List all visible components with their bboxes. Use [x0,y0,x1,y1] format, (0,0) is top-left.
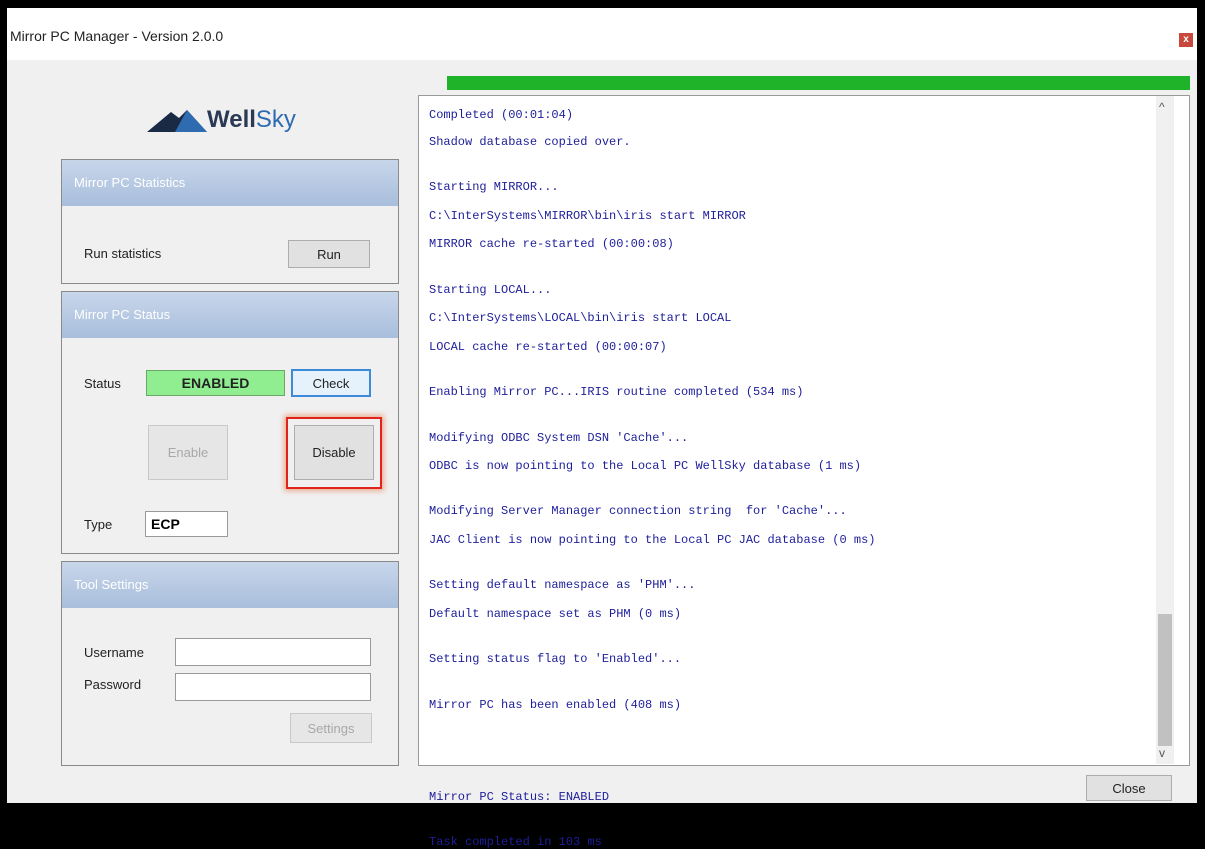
log-line: Starting MIRROR... [429,180,559,195]
statistics-header: Mirror PC Statistics [62,160,398,206]
close-button[interactable]: Close [1086,775,1172,801]
status-header-text: Mirror PC Status [74,307,171,322]
status-header: Mirror PC Status [62,292,398,338]
log-line: Default namespace set as PHM (0 ms) [429,606,682,621]
username-label: Username [84,645,144,660]
settings-header-text: Tool Settings [74,577,149,592]
disable-highlight [286,417,382,489]
log-line: Starting LOCAL... [429,282,552,297]
logo-text: WellSky [207,106,296,134]
statistics-header-text: Mirror PC Statistics [74,175,186,190]
enable-button[interactable]: Enable [148,425,228,480]
settings-header: Tool Settings [62,562,398,608]
username-input[interactable] [175,638,371,666]
type-value: ECP [145,511,228,537]
title-bar: Mirror PC Manager - Version 2.0.0 x [7,8,1197,60]
log-line: Mirror PC Status: ENABLED [429,790,610,805]
log-line: LOCAL cache re-started (00:00:07) [429,339,667,354]
progress-fill [447,76,1190,90]
app-window: Mirror PC Manager - Version 2.0.0 x Well… [7,8,1197,849]
logo-text-sky: Sky [255,106,296,133]
log-scrollbar[interactable]: ^ v [1156,96,1174,764]
settings-button[interactable]: Settings [290,713,372,743]
log-output[interactable]: Completed (00:01:04) Shadow database copi… [418,95,1190,849]
status-value: ENABLED [146,370,285,396]
logo-text-well: Well [207,106,256,133]
status-group: Mirror PC Status Status ENABLED Check En… [61,291,399,554]
close-icon[interactable]: x [1179,33,1193,47]
scroll-down-icon[interactable]: v [1159,746,1165,760]
log-line: Setting default namespace as 'PHM'... [429,578,696,593]
check-button[interactable]: Check [291,369,371,397]
scrollbar-thumb[interactable] [1158,614,1172,746]
log-line: MIRROR cache re-started (00:00:08) [429,237,674,252]
password-input[interactable] [175,673,371,701]
log-line: Task completed in 103 ms [429,835,602,849]
log-line: Modifying Server Manager connection stri… [429,504,847,519]
type-label: Type [84,517,113,532]
statistics-group: Mirror PC Statistics Run statistics Run [61,159,399,284]
log-line: C:\InterSystems\LOCAL\bin\iris start LOC… [429,311,732,326]
log-line: Enabling Mirror PC...IRIS routine comple… [429,385,804,400]
log-line: JAC Client is now pointing to the Local … [429,533,876,548]
status-label: Status [84,376,121,391]
password-label: Password [84,677,142,692]
log-line: Modifying ODBC System DSN 'Cache'... [429,430,689,445]
progress-bar [447,76,1190,90]
mountain-icon [147,110,207,132]
log-line: Setting status flag to 'Enabled'... [429,652,682,667]
window-title: Mirror PC Manager - Version 2.0.0 [10,28,224,44]
log-line: ODBC is now pointing to the Local PC Wel… [429,459,862,474]
run-button[interactable]: Run [288,240,370,268]
log-line: Mirror PC has been enabled (408 ms) [429,697,682,712]
settings-group: Tool Settings Username Password Settings [61,561,399,766]
scroll-up-icon[interactable]: ^ [1159,100,1165,114]
log-line: C:\InterSystems\MIRROR\bin\iris start MI… [429,208,746,223]
run-statistics-label: Run statistics [84,246,162,261]
log-line: Shadow database copied over. [429,134,631,149]
log-line: Completed (00:01:04) [429,108,574,122]
